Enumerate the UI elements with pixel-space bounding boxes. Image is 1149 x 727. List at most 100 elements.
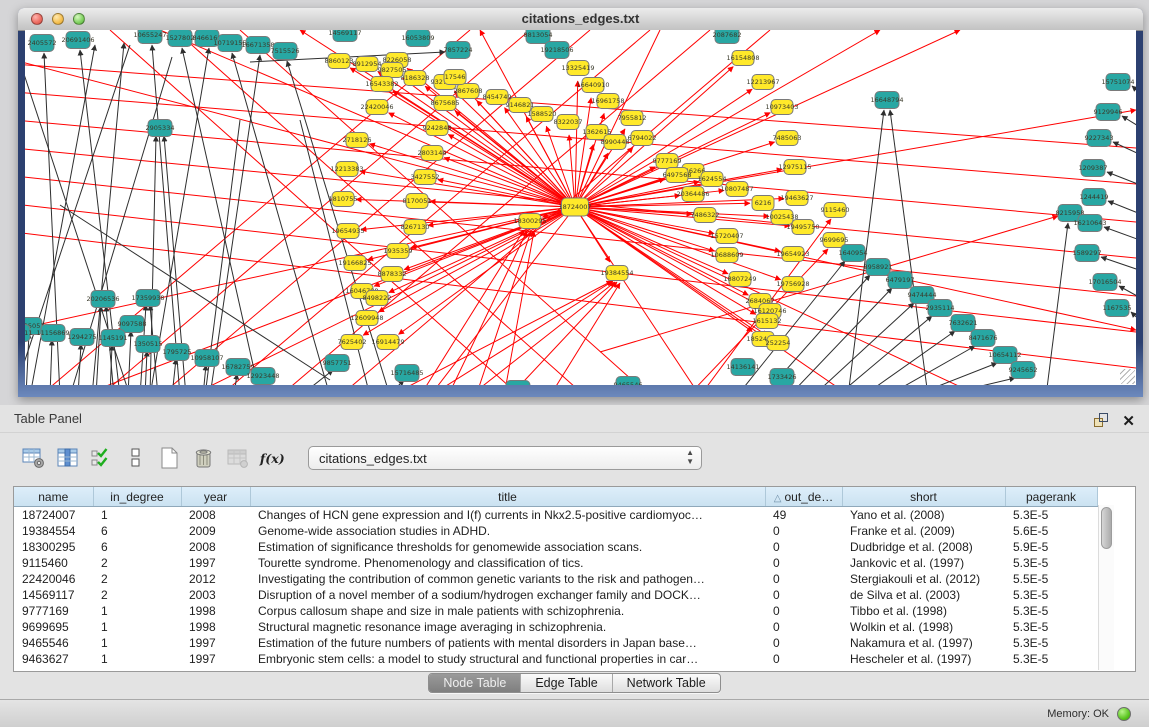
table-cell[interactable]: Tourette syndrome. Phenomenology and cla… xyxy=(250,555,765,571)
graph-edge[interactable] xyxy=(145,351,147,385)
table-cell[interactable]: de Silva et al. (2003) xyxy=(842,587,1005,603)
graph-node[interactable]: 9777169 xyxy=(653,154,682,169)
graph-node[interactable]: 16914479 xyxy=(371,335,404,350)
graph-node[interactable]: 6794022 xyxy=(628,131,657,146)
graph-node[interactable]: 1209387 xyxy=(1079,160,1108,177)
graph-edge[interactable] xyxy=(210,55,260,385)
table-row[interactable]: 1456911722003Disruption of a novel membe… xyxy=(14,587,1097,603)
graph-node[interactable]: 18807249 xyxy=(723,272,756,287)
table-cell[interactable]: 5.5E-5 xyxy=(1005,571,1097,587)
graph-node[interactable]: 6216 xyxy=(752,196,774,211)
graph-node[interactable]: 15720407 xyxy=(710,229,743,244)
graph-node[interactable]: 10807487 xyxy=(720,182,753,197)
graph-node[interactable]: 1935359 xyxy=(384,244,413,259)
column-header-name[interactable]: name xyxy=(14,487,93,507)
graph-node[interactable]: 9463627 xyxy=(504,381,533,386)
graph-node[interactable]: 14569117 xyxy=(328,30,361,42)
graph-node[interactable]: 8170051 xyxy=(403,194,432,209)
graph-edge[interactable] xyxy=(887,346,975,385)
table-cell[interactable]: 1997 xyxy=(181,635,250,651)
graph-node[interactable]: 19756928 xyxy=(776,277,809,292)
graph-node[interactable]: 12609948 xyxy=(350,311,383,326)
graph-node[interactable]: 15716485 xyxy=(390,365,423,382)
graph-edge[interactable] xyxy=(50,340,52,385)
graph-node[interactable]: 18724007 xyxy=(558,198,591,216)
graph-node[interactable]: 19654923 xyxy=(776,247,809,262)
create-table-icon[interactable] xyxy=(156,445,183,471)
table-cell[interactable]: 0 xyxy=(765,587,842,603)
graph-node[interactable]: 9227343 xyxy=(1085,130,1114,147)
graph-edge[interactable] xyxy=(205,120,240,385)
table-cell[interactable]: 5.6E-5 xyxy=(1005,523,1097,539)
graph-node[interactable]: 8322037 xyxy=(554,115,583,130)
table-cell[interactable]: 1 xyxy=(93,603,181,619)
graph-edge[interactable] xyxy=(1131,312,1136,328)
graph-node[interactable]: 2718126 xyxy=(343,133,372,148)
table-cell[interactable]: 0 xyxy=(765,603,842,619)
table-cell[interactable]: 2009 xyxy=(181,523,250,539)
close-panel-icon[interactable]: ✕ xyxy=(1122,408,1135,435)
graph-edge[interactable] xyxy=(470,282,615,385)
graph-node[interactable]: 8990448 xyxy=(601,135,630,150)
table-cell[interactable]: 0 xyxy=(765,635,842,651)
graph-node[interactable]: 8878332 xyxy=(378,267,407,282)
graph-node[interactable]: 10688609 xyxy=(710,248,743,263)
graph-node[interactable]: 1145191 xyxy=(99,330,128,347)
graph-node[interactable]: 16543382 xyxy=(365,77,398,92)
graph-node[interactable]: 10958107 xyxy=(190,350,223,367)
graph-node[interactable]: 1294275 xyxy=(68,329,97,346)
column-header-in_degree[interactable]: in_degree xyxy=(93,487,181,507)
table-cell[interactable]: 5.9E-5 xyxy=(1005,539,1097,555)
graph-edge[interactable] xyxy=(280,30,710,385)
table-cell[interactable]: Embryonic stem cells: a model to study s… xyxy=(250,651,765,667)
graph-node[interactable]: 2935114 xyxy=(926,300,955,317)
graph-edge[interactable] xyxy=(369,144,575,207)
graph-node[interactable]: 12923448 xyxy=(246,368,279,385)
column-header-out_de[interactable]: △out_de… xyxy=(765,487,842,507)
graph-node[interactable]: 20691406 xyxy=(61,32,94,49)
graph-edge[interactable] xyxy=(863,331,955,385)
table-cell[interactable]: 1 xyxy=(93,651,181,667)
graph-node[interactable]: 8958921 xyxy=(864,259,893,276)
graph-node[interactable]: 7955812 xyxy=(618,111,647,126)
table-scrollbar-thumb[interactable] xyxy=(1101,507,1112,549)
graph-edge[interactable] xyxy=(1046,223,1068,385)
column-header-pagerank[interactable]: pagerank xyxy=(1005,487,1097,507)
table-cell[interactable]: Tibbo et al. (1998) xyxy=(842,603,1005,619)
table-row[interactable]: 1938455462009Genome-wide association stu… xyxy=(14,523,1097,539)
table-cell[interactable]: 0 xyxy=(765,523,842,539)
graph-edge[interactable] xyxy=(25,60,575,207)
table-cell[interactable]: 0 xyxy=(765,651,842,667)
graph-edge[interactable] xyxy=(1108,201,1136,217)
table-cell[interactable]: Franke et al. (2009) xyxy=(842,523,1005,539)
graph-node[interactable]: 7515526 xyxy=(271,43,300,60)
table-cell[interactable]: 19384554 xyxy=(14,523,93,539)
table-cell[interactable]: 1 xyxy=(93,507,181,524)
graph-edge[interactable] xyxy=(300,370,333,385)
table-cell[interactable]: Wolkin et al. (1998) xyxy=(842,619,1005,635)
table-cell[interactable]: Disruption of a novel member of a sodium… xyxy=(250,587,765,603)
table-settings-icon[interactable] xyxy=(20,445,47,471)
graph-node[interactable]: 3427552 xyxy=(411,170,440,185)
column-visibility-icon[interactable] xyxy=(54,445,81,471)
column-header-year[interactable]: year xyxy=(181,487,250,507)
graph-node[interactable]: 1640954 xyxy=(839,245,868,262)
citation-network-graph[interactable]: 1332541916640910169617587955812136261589… xyxy=(25,30,1136,385)
table-cell[interactable]: Corpus callosum shape and size in male p… xyxy=(250,603,765,619)
table-select-dropdown[interactable]: citations_edges.txt ▲▼ xyxy=(308,446,702,470)
table-cell[interactable]: Structural magnetic resonance image aver… xyxy=(250,619,765,635)
column-header-title[interactable]: title xyxy=(250,487,765,507)
row-height-icon[interactable] xyxy=(122,445,149,471)
graph-node[interactable]: 2803144 xyxy=(418,146,447,161)
tab-edge-table[interactable]: Edge Table xyxy=(520,674,611,692)
table-cell[interactable]: 0 xyxy=(765,555,842,571)
graph-node[interactable]: 8860123 xyxy=(325,54,354,69)
graph-edge[interactable] xyxy=(837,316,932,385)
table-cell[interactable]: 22420046 xyxy=(14,571,93,587)
table-cell[interactable]: 5.3E-5 xyxy=(1005,603,1097,619)
table-cell[interactable]: 2003 xyxy=(181,587,250,603)
float-panel-icon[interactable] xyxy=(1092,410,1109,427)
table-cell[interactable]: Estimation of the future numbers of pati… xyxy=(250,635,765,651)
table-cell[interactable]: 0 xyxy=(765,619,842,635)
graph-node[interactable]: 9857751 xyxy=(323,355,352,372)
